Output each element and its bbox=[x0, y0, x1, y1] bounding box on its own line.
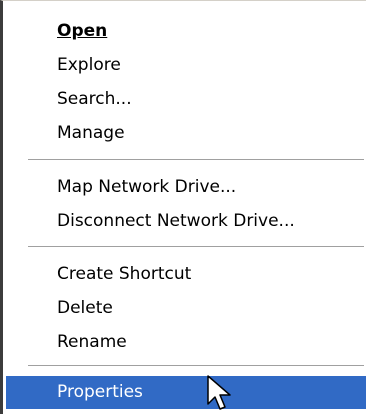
menu-item-label: Delete bbox=[57, 298, 113, 318]
menu-item-delete[interactable]: Delete bbox=[6, 292, 366, 325]
menu-item-manage[interactable]: Manage bbox=[6, 117, 366, 150]
menu-item-label: Map Network Drive... bbox=[57, 177, 237, 197]
menu-item-disconnect-network-drive[interactable]: Disconnect Network Drive... bbox=[6, 205, 366, 238]
menu-item-label: Open bbox=[57, 21, 108, 41]
menu-item-properties[interactable]: Properties bbox=[6, 376, 366, 409]
menu-item-explore[interactable]: Explore bbox=[6, 49, 366, 82]
menu-separator bbox=[28, 159, 364, 161]
menu-item-label: Search... bbox=[57, 89, 132, 109]
arrow-pointer-icon bbox=[207, 375, 231, 410]
menu-item-label: Create Shortcut bbox=[57, 264, 192, 284]
menu-item-search[interactable]: Search... bbox=[6, 83, 366, 116]
menu-item-label: Properties bbox=[57, 382, 143, 402]
menu-item-rename[interactable]: Rename bbox=[6, 326, 366, 359]
menu-item-label: Rename bbox=[57, 332, 127, 352]
menu-item-map-network-drive[interactable]: Map Network Drive... bbox=[6, 171, 366, 204]
menu-separator bbox=[28, 246, 364, 248]
menu-item-open[interactable]: Open bbox=[6, 15, 366, 48]
menu-item-label: Disconnect Network Drive... bbox=[57, 211, 295, 231]
menu-item-create-shortcut[interactable]: Create Shortcut bbox=[6, 258, 366, 291]
menu-item-label: Manage bbox=[57, 123, 125, 143]
menu-separator bbox=[28, 365, 364, 367]
menu-item-label: Explore bbox=[57, 55, 121, 75]
context-menu: Open Explore Search... Manage Map Networ… bbox=[0, 0, 366, 414]
